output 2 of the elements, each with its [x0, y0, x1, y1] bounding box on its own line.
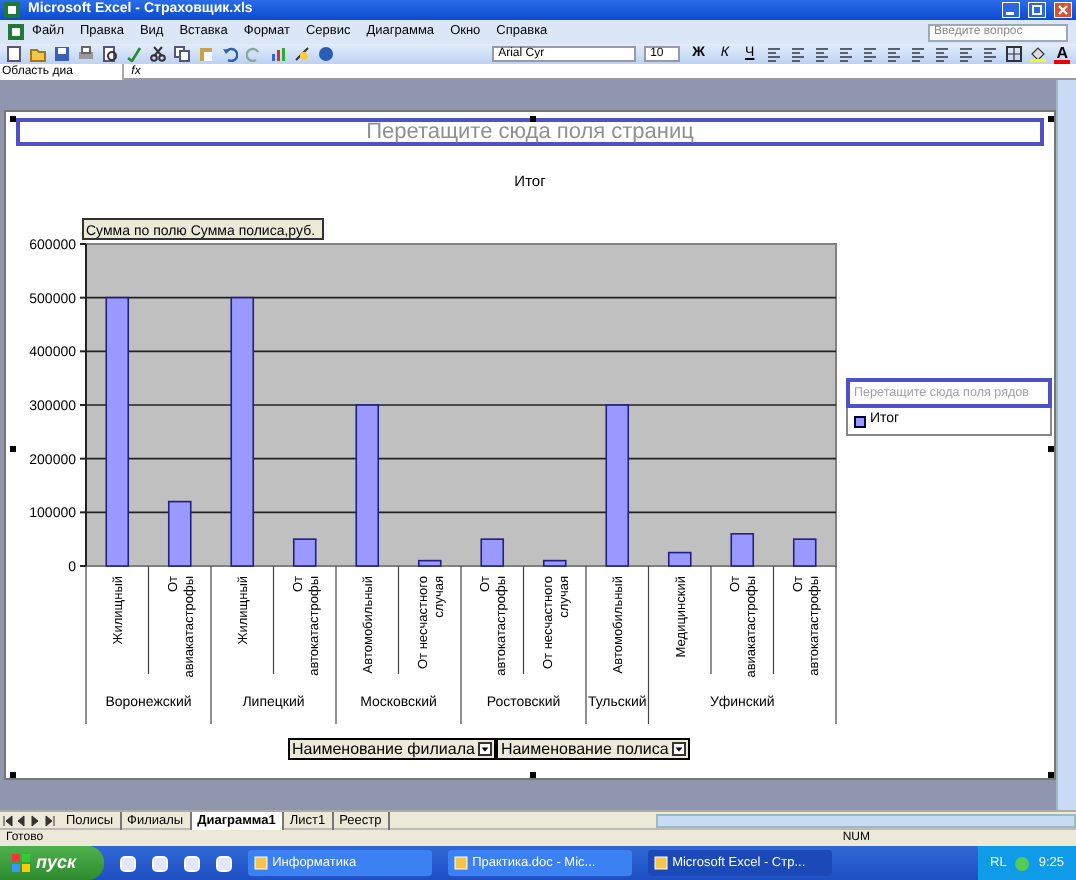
field-button[interactable]: Наименование полиса [496, 738, 691, 760]
field-button[interactable]: Наименование филиала [288, 738, 497, 760]
